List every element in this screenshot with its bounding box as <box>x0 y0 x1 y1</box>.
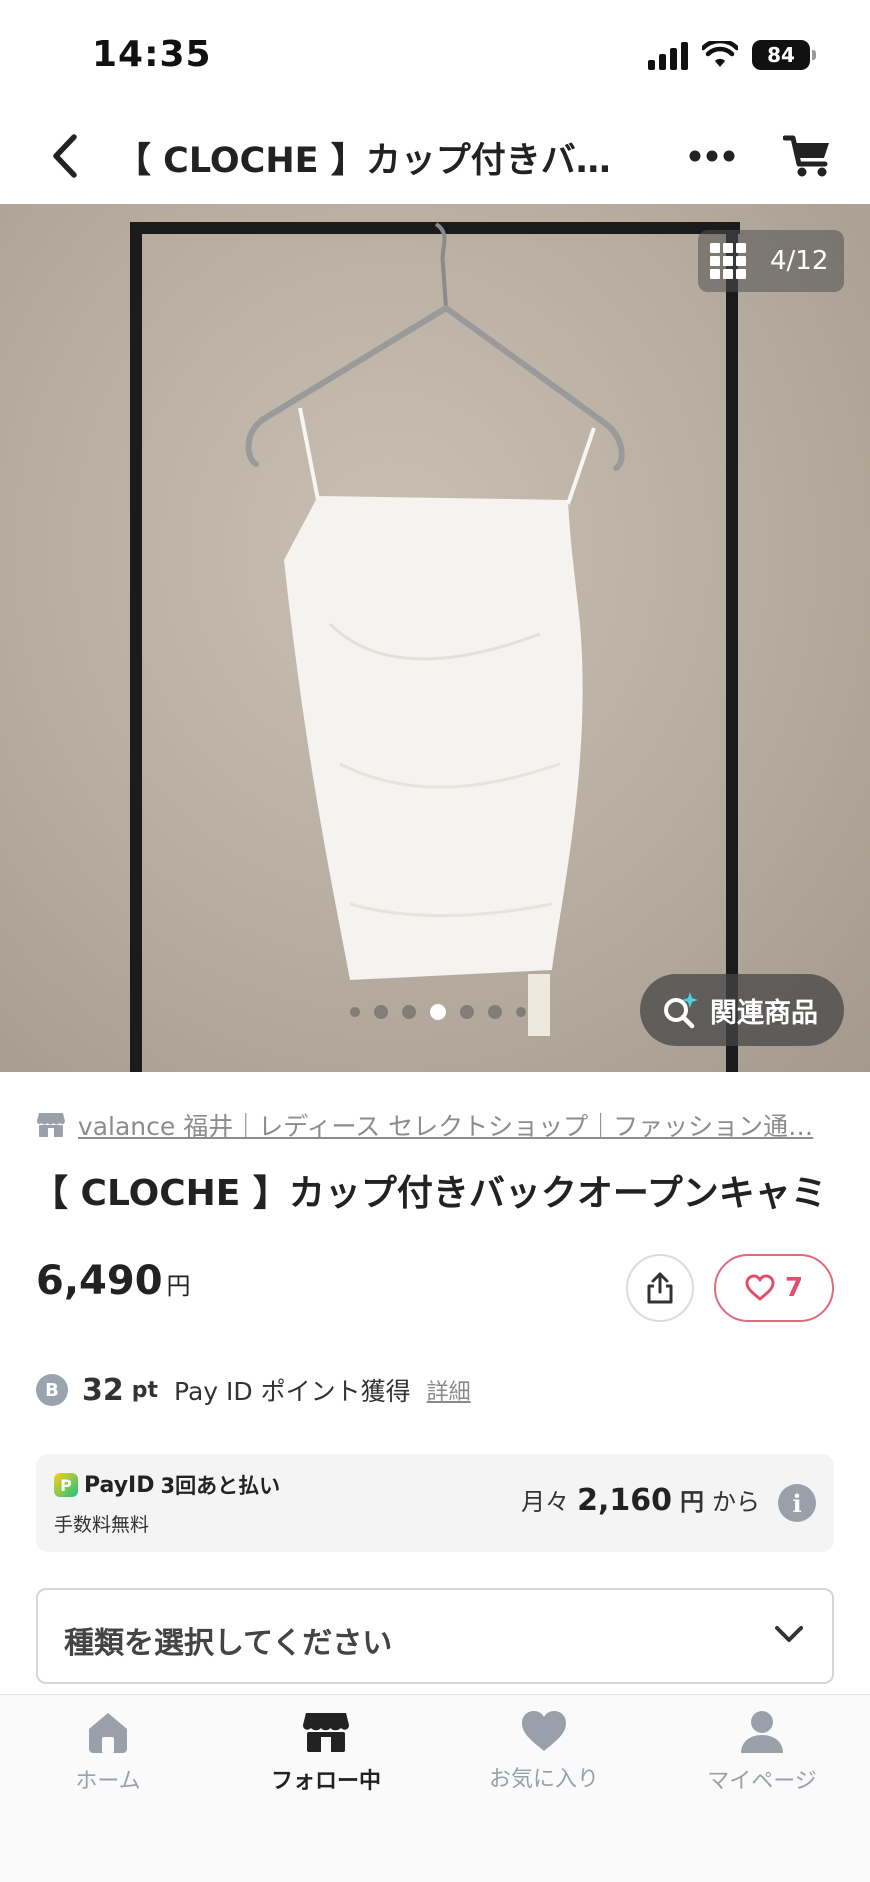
shop-name[interactable]: valance 福井｜レディース セレクトショップ｜ファッション通… <box>78 1107 836 1143</box>
nav-header: 【 CLOCHE 】カップ付きバッ… <box>0 108 870 204</box>
tab-home-label: ホーム <box>75 1769 141 1794</box>
product-photo <box>245 222 625 1036</box>
variant-select[interactable]: 種類を選択してください <box>36 1588 834 1684</box>
carousel-dot-active[interactable] <box>430 1004 446 1020</box>
carousel-dot[interactable] <box>488 1005 502 1019</box>
product-image-gallery[interactable]: 4/12 関連商品 <box>0 204 870 1072</box>
points-info: B 32 pt Pay ID ポイント獲得 詳細 <box>36 1372 471 1408</box>
related-products-button[interactable]: 関連商品 <box>640 974 844 1046</box>
carousel-dot[interactable] <box>350 1007 360 1017</box>
carousel-dot[interactable] <box>374 1005 388 1019</box>
points-unit: pt <box>131 1377 159 1403</box>
tab-favorites-label: お気に入り <box>488 1767 599 1792</box>
product-title: 【 CLOCHE 】カップ付きバックオープンキャミ <box>32 1173 827 1214</box>
price-unit: 円 <box>166 1272 191 1300</box>
monthly-yen: 円 <box>680 1488 704 1516</box>
info-icon[interactable]: i <box>778 1484 816 1522</box>
tab-following[interactable]: フォロー中 <box>236 1709 416 1819</box>
payid-brand: PayID <box>84 1472 155 1498</box>
shop-link[interactable]: valance 福井｜レディース セレクトショップ｜ファッション通… <box>36 1108 836 1142</box>
more-dots-icon <box>689 150 735 162</box>
price-value: 6,490 <box>36 1258 163 1304</box>
points-amount: 32 <box>82 1372 124 1408</box>
related-products-label: 関連商品 <box>710 997 818 1029</box>
store-icon <box>36 1113 65 1137</box>
monthly-prefix: 月々 <box>521 1488 570 1516</box>
carousel-dot[interactable] <box>516 1007 526 1017</box>
cellular-signal-icon <box>648 40 688 70</box>
chevron-left-icon <box>53 134 77 178</box>
share-icon <box>647 1272 673 1304</box>
bottom-tab-bar: ホーム フォロー中 お気に入り マイページ <box>0 1694 870 1882</box>
chevron-down-icon <box>775 1626 803 1642</box>
cart-button[interactable] <box>776 128 840 184</box>
monthly-suffix: から <box>712 1488 760 1516</box>
points-detail-link[interactable]: 詳細 <box>427 1374 471 1406</box>
more-options-button[interactable] <box>684 130 740 182</box>
share-button[interactable] <box>626 1254 694 1322</box>
status-bar: 14:35 84 <box>0 0 870 108</box>
heart-icon <box>522 1711 566 1751</box>
battery-icon: 84 <box>752 40 816 70</box>
like-button[interactable]: 7 <box>714 1254 834 1322</box>
carousel-dot[interactable] <box>402 1005 416 1019</box>
photo-counter-text: 4/12 <box>770 246 829 276</box>
wifi-icon <box>702 41 738 67</box>
like-count: 7 <box>784 1273 804 1303</box>
page-title: 【 CLOCHE 】カップ付きバッ… <box>116 141 636 181</box>
back-button[interactable] <box>40 130 88 182</box>
payid-mark-icon: P <box>54 1473 78 1497</box>
heart-outline-icon <box>745 1274 775 1301</box>
photo-counter-button[interactable]: 4/12 <box>698 230 844 292</box>
payid-monthly-amount: 月々 2,160 円 から <box>521 1482 760 1518</box>
payid-plan: 3回あと払い <box>160 1474 281 1498</box>
carousel-indicator <box>350 1004 526 1020</box>
tab-mypage-label: マイページ <box>707 1769 817 1794</box>
status-time: 14:35 <box>92 34 212 75</box>
home-icon <box>89 1713 127 1753</box>
point-coin-icon: B <box>36 1374 68 1406</box>
carousel-dot[interactable] <box>460 1005 474 1019</box>
tab-following-label: フォロー中 <box>270 1769 381 1794</box>
payid-installment-panel[interactable]: P PayID 3回あと払い 手数料無料 月々 2,160 円 から i <box>36 1454 834 1552</box>
sparkle-search-icon <box>664 992 698 1029</box>
payid-logo: P PayID 3回あと払い <box>54 1470 280 1500</box>
product-price: 6,490 円 <box>36 1258 191 1304</box>
tab-favorites[interactable]: お気に入り <box>454 1709 634 1819</box>
grid-icon <box>710 243 746 279</box>
monthly-amount: 2,160 <box>577 1483 672 1518</box>
variant-select-placeholder: 種類を選択してください <box>64 1626 393 1661</box>
store-icon <box>303 1713 349 1752</box>
points-description: Pay ID ポイント獲得 <box>174 1377 411 1406</box>
user-icon <box>741 1711 783 1753</box>
tab-home[interactable]: ホーム <box>18 1709 198 1819</box>
status-indicators: 84 <box>648 40 816 70</box>
payid-fee-text: 手数料無料 <box>54 1514 150 1536</box>
tab-mypage[interactable]: マイページ <box>672 1709 852 1819</box>
cart-icon <box>783 135 829 177</box>
